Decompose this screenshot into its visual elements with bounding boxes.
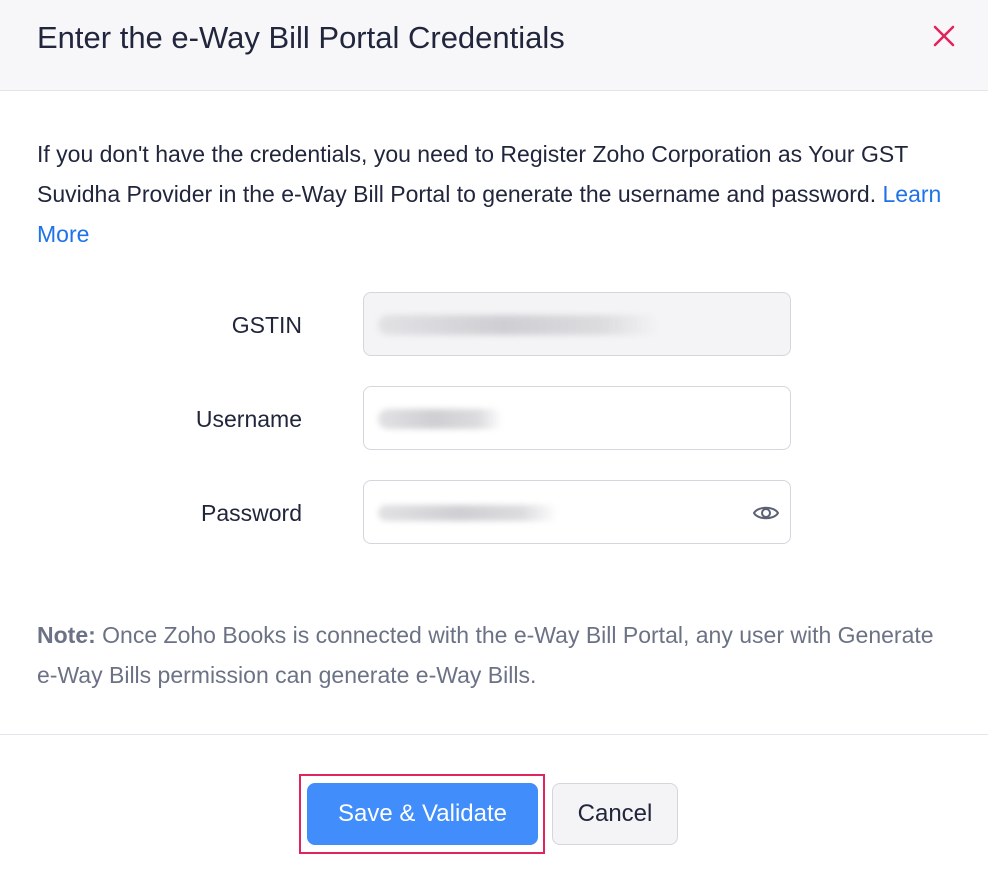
- footer-divider: [0, 734, 988, 735]
- eye-icon: [753, 506, 779, 520]
- credentials-dialog: Enter the e-Way Bill Portal Credentials …: [0, 0, 988, 884]
- password-field[interactable]: [363, 480, 791, 544]
- intro-text: If you don't have the credentials, you n…: [37, 134, 947, 254]
- note-text: Note: Once Zoho Books is connected with …: [37, 615, 947, 695]
- note-message: Once Zoho Books is connected with the e-…: [37, 622, 934, 688]
- username-masked-value: [378, 409, 503, 429]
- note-prefix: Note:: [37, 622, 96, 648]
- password-label: Password: [201, 500, 302, 526]
- dialog-title: Enter the e-Way Bill Portal Credentials: [37, 20, 565, 55]
- gstin-field: [363, 292, 791, 356]
- save-validate-button[interactable]: Save & Validate: [307, 783, 538, 845]
- close-icon: [933, 25, 955, 47]
- show-password-button[interactable]: [750, 497, 782, 529]
- close-button[interactable]: [928, 20, 960, 52]
- username-label: Username: [195, 406, 302, 432]
- gstin-label: GSTIN: [231, 312, 302, 338]
- intro-message: If you don't have the credentials, you n…: [37, 141, 908, 207]
- username-field[interactable]: [363, 386, 791, 450]
- cancel-button[interactable]: Cancel: [552, 783, 678, 845]
- dialog-header: Enter the e-Way Bill Portal Credentials: [0, 0, 988, 91]
- gstin-masked-value: [378, 315, 658, 335]
- password-masked-value: [378, 505, 558, 521]
